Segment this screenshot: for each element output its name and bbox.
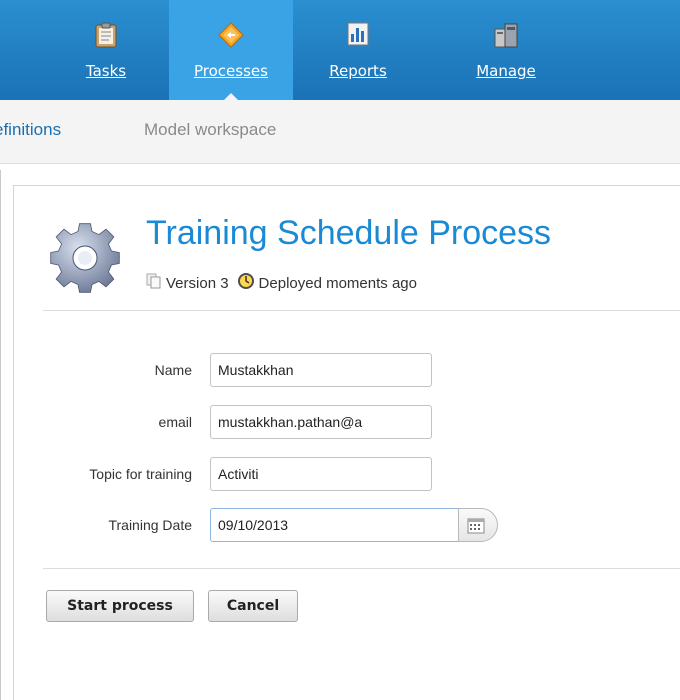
clock-icon (237, 272, 255, 294)
nav-processes[interactable]: Processes (169, 0, 293, 100)
cancel-button[interactable]: Cancel (208, 590, 298, 622)
nav-reports-label: Reports (329, 62, 387, 80)
nav-tasks[interactable]: Tasks (62, 0, 150, 100)
diamond-process-icon (218, 22, 244, 52)
name-label: Name (154, 362, 192, 378)
clipboard-icon (95, 22, 117, 52)
form-row-email: email (0, 405, 680, 439)
top-navigation-bar: Tasks Processes Reports Manage (0, 0, 680, 100)
nav-tasks-label: Tasks (85, 62, 127, 80)
nav-reports[interactable]: Reports (313, 0, 403, 100)
nav-manage-label: Manage (476, 62, 536, 80)
process-meta: Version 3 Deployed moments ago (146, 272, 417, 294)
bar-chart-icon (347, 22, 369, 50)
email-input[interactable] (210, 405, 432, 439)
calendar-button[interactable] (458, 508, 498, 542)
gear-icon (40, 218, 130, 302)
name-input[interactable] (210, 353, 432, 387)
header-divider (43, 310, 680, 311)
nav-processes-label: Processes (194, 62, 268, 80)
subnav-model-workspace[interactable]: Model workspace (144, 120, 276, 140)
sub-navigation: efinitions Model workspace (0, 100, 680, 164)
start-process-button[interactable]: Start process (46, 590, 194, 622)
form-row-topic: Topic for training (0, 457, 680, 491)
version-text: Version 3 (166, 274, 229, 292)
topic-input[interactable] (210, 457, 432, 491)
training-date-input[interactable] (210, 508, 460, 542)
nav-manage[interactable]: Manage (450, 0, 562, 100)
email-label: email (158, 414, 192, 430)
page-title: Training Schedule Process (146, 214, 552, 252)
copy-version-icon (146, 273, 162, 293)
calendar-icon (467, 518, 485, 534)
topic-label: Topic for training (89, 466, 192, 482)
server-icon (493, 22, 519, 52)
subnav-definitions[interactable]: efinitions (0, 120, 61, 140)
form-row-name: Name (0, 353, 680, 387)
training-date-label: Training Date (108, 517, 192, 533)
form-divider (43, 568, 680, 569)
deployed-text: Deployed moments ago (258, 274, 417, 292)
form-row-training-date: Training Date (0, 508, 680, 542)
